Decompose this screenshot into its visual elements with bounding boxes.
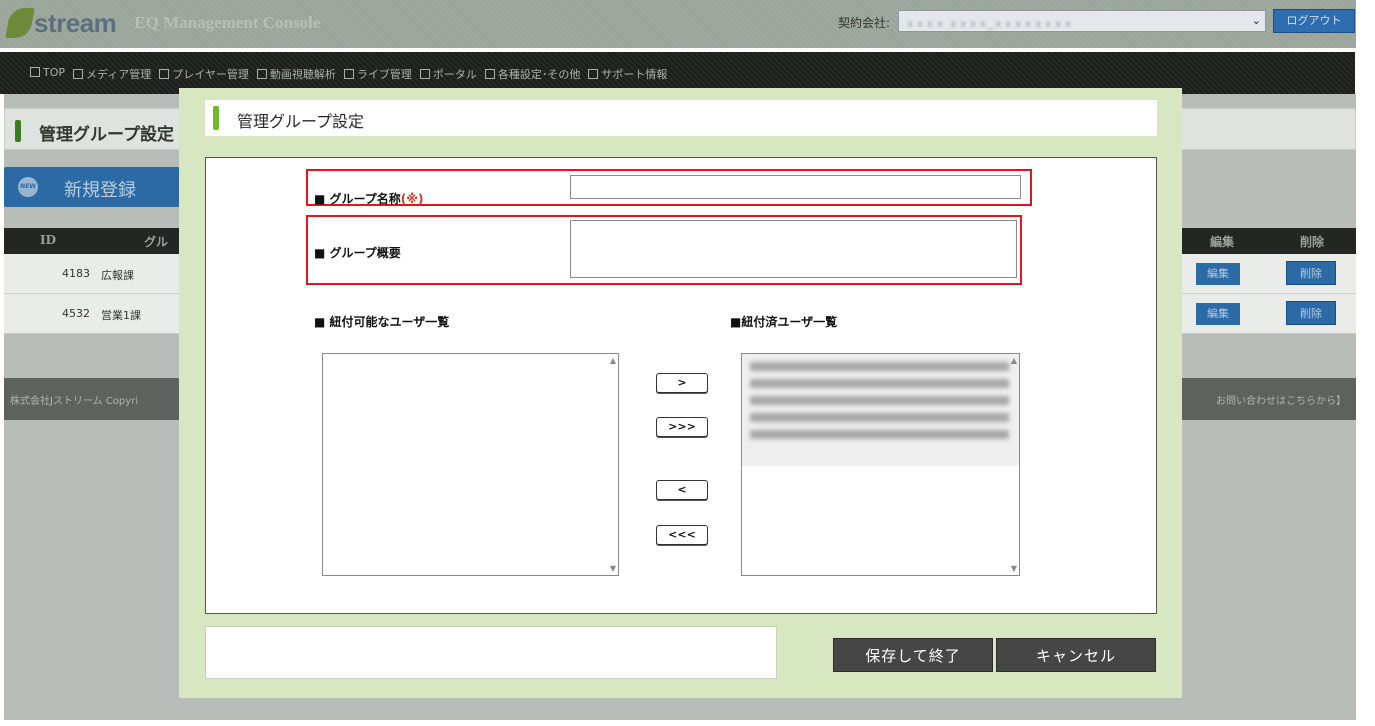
delete-button[interactable]: 削除 — [1286, 261, 1336, 285]
cancel-button[interactable]: キャンセル — [996, 638, 1156, 672]
nav-label: 各種設定･その他 — [497, 68, 581, 81]
checkbox-icon — [73, 69, 84, 79]
remove-selected-button[interactable]: < — [656, 480, 708, 500]
jstream-logo: stream EQ Management Console — [5, 6, 321, 40]
nav-item-support[interactable]: サポート情報 — [588, 66, 667, 82]
logo-text: stream — [34, 7, 117, 38]
row-group-name: 広報課 — [101, 269, 134, 282]
save-and-close-button[interactable]: 保存して終了 — [833, 638, 993, 672]
linked-users-label: ■紐付済ユーザ一覧 — [730, 315, 838, 329]
nav-item-analytics[interactable]: 動画視聴解析 — [256, 66, 336, 82]
nav-item-player[interactable]: プレイヤー管理 — [159, 66, 249, 82]
delete-button[interactable]: 削除 — [1286, 301, 1336, 325]
checkbox-icon — [419, 69, 430, 79]
row-id: 4183 — [62, 267, 90, 280]
edit-button[interactable]: 編集 — [1196, 303, 1240, 325]
available-users-list[interactable]: ▲ ▼ — [322, 353, 619, 576]
linked-users-redacted — [742, 354, 1019, 466]
linked-users-list[interactable]: ▲ ▼ — [741, 353, 1020, 576]
nav-label: ライブ管理 — [356, 68, 412, 81]
nav-item-portal[interactable]: ポータル — [419, 66, 477, 82]
list-item[interactable] — [750, 362, 1009, 371]
chevron-down-icon: ⌄ — [1251, 14, 1261, 27]
new-register-label: 新規登録 — [64, 180, 136, 201]
contract-label: 契約会社: — [838, 16, 891, 30]
scroll-down-icon[interactable]: ▼ — [1011, 564, 1017, 573]
nav-label: TOP — [43, 66, 66, 79]
nav-item-media[interactable]: メディア管理 — [73, 66, 151, 82]
column-header-edit: 編集 — [1210, 235, 1235, 249]
group-name-input[interactable] — [570, 175, 1021, 199]
group-settings-modal: 管理グループ設定 ■ グループ名称(※) ■ グループ概要 ■ 紐付可能なユーザ… — [179, 88, 1182, 698]
modal-title: 管理グループ設定 — [237, 112, 365, 131]
logout-button[interactable]: ログアウト — [1273, 9, 1355, 33]
group-summary-textarea[interactable] — [570, 220, 1017, 278]
column-header-delete: 削除 — [1300, 235, 1325, 249]
nav-label: ポータル — [432, 68, 477, 81]
remove-all-button[interactable]: <<< — [656, 525, 708, 545]
checkbox-icon — [30, 67, 40, 77]
contact-link[interactable]: お問い合わせはこちらから】 — [1216, 392, 1346, 407]
list-item[interactable] — [750, 430, 1009, 439]
nav-label: プレイヤー管理 — [172, 68, 249, 81]
logo-mark-icon — [5, 8, 35, 38]
nav-label: サポート情報 — [601, 68, 668, 81]
add-all-button[interactable]: >>> — [656, 417, 708, 437]
contract-company-value: ｘｘｘｘ ｘｘｘｘ_ｘｘｘｘｘｘｘｘ — [905, 19, 1074, 30]
contract-company-select[interactable]: ｘｘｘｘ ｘｘｘｘ_ｘｘｘｘｘｘｘｘ ⌄ — [898, 10, 1266, 32]
group-name-label-text: ■ グループ名称 — [314, 192, 401, 206]
modal-form: ■ グループ名称(※) ■ グループ概要 ■ 紐付可能なユーザ一覧 ■紐付済ユー… — [205, 157, 1157, 614]
nav-label: 動画視聴解析 — [269, 68, 336, 81]
add-selected-button[interactable]: > — [656, 373, 708, 393]
nav-item-settings[interactable]: 各種設定･その他 — [484, 66, 581, 82]
required-mark: (※) — [400, 192, 424, 206]
list-item[interactable] — [750, 413, 1009, 422]
row-group-name: 営業1課 — [101, 309, 141, 322]
nav-item-top[interactable]: TOP — [30, 66, 65, 82]
heading-accent — [15, 120, 21, 142]
list-item[interactable] — [750, 379, 1009, 388]
checkbox-icon — [588, 69, 599, 79]
edit-button[interactable]: 編集 — [1196, 263, 1240, 285]
message-area — [205, 626, 777, 679]
nav-item-live[interactable]: ライブ管理 — [343, 66, 412, 82]
row-id: 4532 — [62, 307, 90, 320]
new-register-button[interactable]: NEW 新規登録 — [4, 167, 180, 207]
new-icon: NEW — [18, 177, 38, 197]
top-header: stream EQ Management Console 契約会社: ｘｘｘｘ … — [0, 0, 1362, 48]
title-accent — [213, 106, 219, 130]
column-header-id: ID — [40, 233, 57, 247]
group-name-label: ■ グループ名称(※) — [314, 190, 423, 207]
checkbox-icon — [256, 69, 267, 79]
scroll-down-icon[interactable]: ▼ — [610, 564, 616, 573]
modal-title-bar: 管理グループ設定 — [205, 100, 1157, 136]
available-users-label: ■ 紐付可能なユーザ一覧 — [314, 315, 450, 329]
checkbox-icon — [484, 69, 495, 79]
copyright-text: 株式会社Jストリーム Copyri — [10, 396, 139, 407]
checkbox-icon — [343, 69, 354, 79]
scroll-up-icon[interactable]: ▲ — [610, 356, 616, 365]
scroll-up-icon[interactable]: ▲ — [1011, 356, 1017, 365]
right-edge — [1356, 0, 1364, 726]
console-title: EQ Management Console — [134, 13, 321, 32]
checkbox-icon — [159, 69, 170, 79]
group-summary-label: ■ グループ概要 — [314, 246, 401, 260]
page-title: 管理グループ設定 — [39, 125, 174, 145]
column-header-group: グル — [144, 235, 169, 249]
list-item[interactable] — [750, 396, 1009, 405]
nav-label: メディア管理 — [86, 68, 152, 81]
